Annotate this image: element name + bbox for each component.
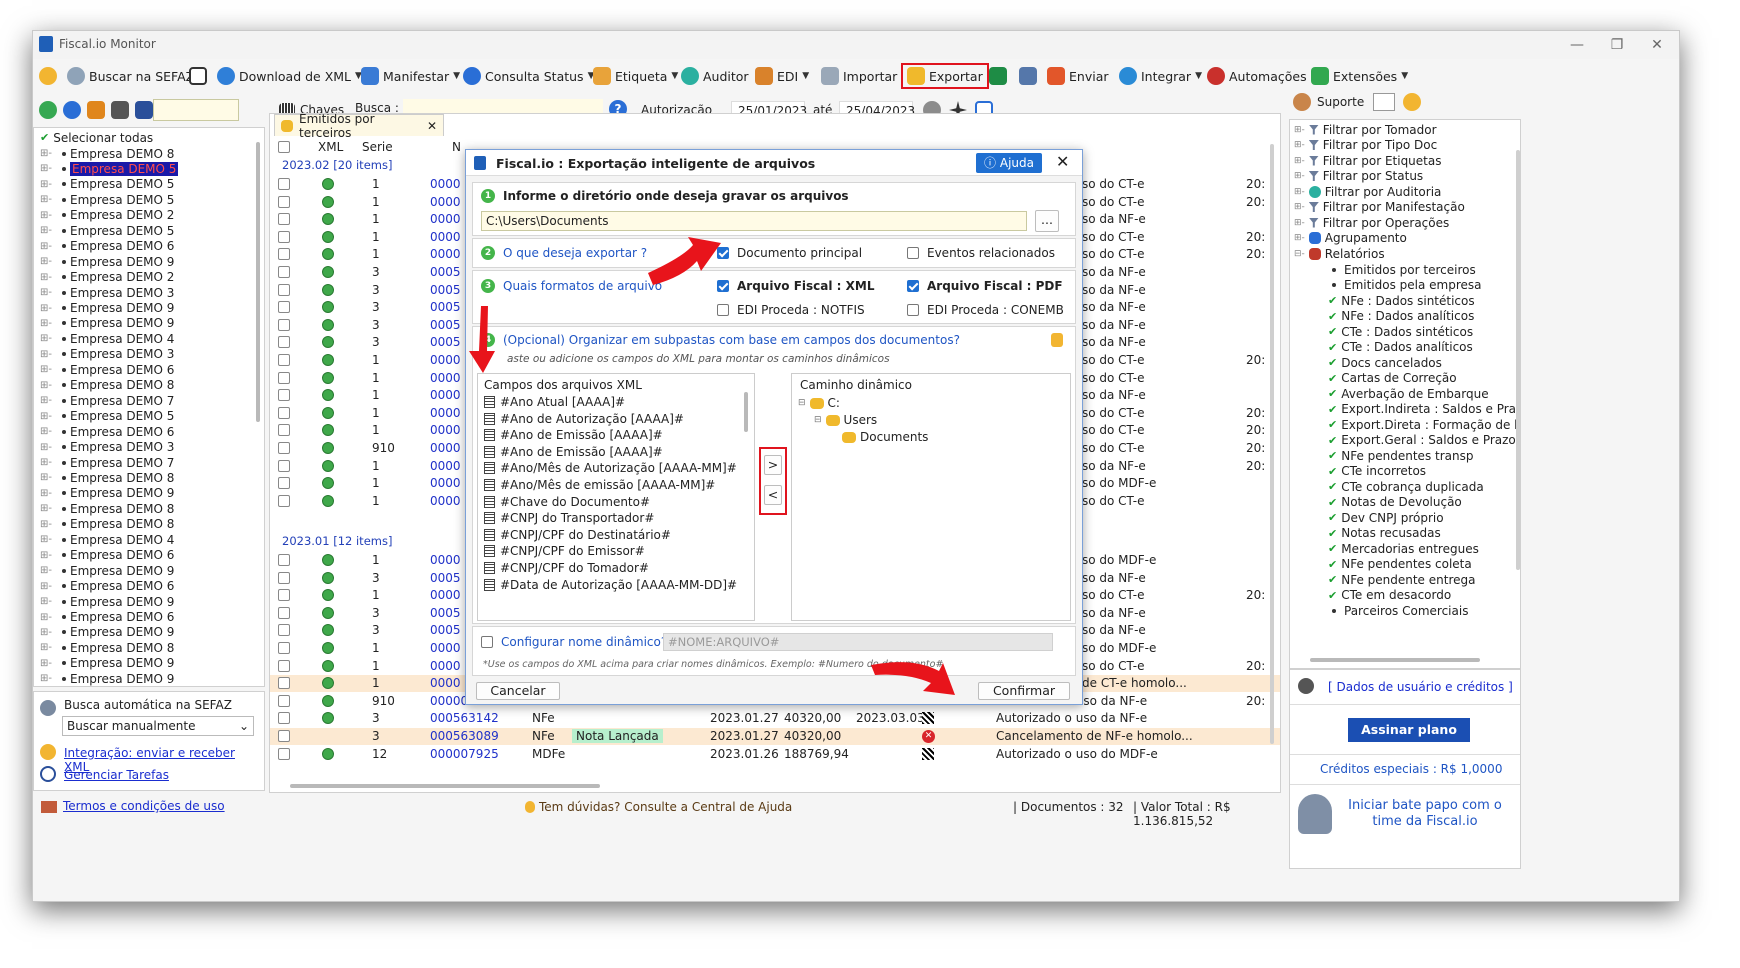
arrow-to-xml	[648, 237, 721, 285]
annotation-arrows	[469, 237, 955, 695]
arrow-to-list	[469, 306, 495, 373]
arrow-to-confirm	[871, 662, 955, 695]
app-window: Fiscal.io Monitor — ❐ ✕ Buscar na SEFAZ …	[32, 30, 1680, 902]
